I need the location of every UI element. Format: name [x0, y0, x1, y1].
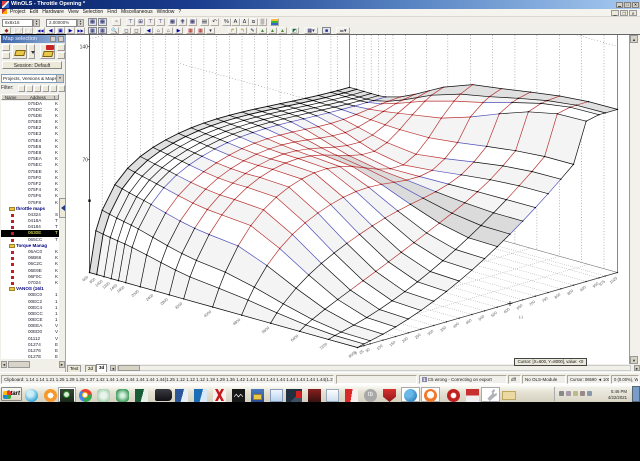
svg-text:5600: 5600: [261, 326, 270, 334]
svg-text:6400: 6400: [290, 334, 299, 342]
svg-text:100: 100: [376, 344, 383, 351]
svg-text:50: 50: [365, 348, 371, 354]
svg-text:(-): (-): [519, 315, 524, 319]
svg-text:7200: 7200: [319, 342, 328, 350]
svg-text:150: 150: [389, 340, 396, 347]
svg-text:850: 850: [567, 289, 574, 296]
svg-text:4000: 4000: [203, 310, 212, 318]
svg-text:1023: 1023: [609, 276, 618, 284]
svg-text:300: 300: [427, 329, 434, 336]
svg-text:700: 700: [529, 300, 536, 307]
svg-text:4800: 4800: [232, 318, 241, 326]
svg-text:900: 900: [579, 285, 586, 292]
svg-text:500: 500: [478, 315, 485, 322]
svg-text:2800: 2800: [160, 298, 169, 306]
svg-text:250: 250: [414, 333, 421, 340]
svg-text:800: 800: [554, 293, 561, 300]
svg-text:750: 750: [541, 296, 548, 303]
svg-text:3200: 3200: [174, 302, 183, 310]
svg-text:2000: 2000: [131, 289, 140, 297]
svg-text:25: 25: [359, 349, 365, 355]
svg-text:550: 550: [491, 311, 498, 318]
svg-text:70: 70: [82, 157, 88, 163]
svg-text:400: 400: [452, 322, 459, 329]
svg-text:450: 450: [465, 318, 472, 325]
svg-text:140: 140: [80, 44, 89, 50]
svg-text:600: 600: [503, 307, 510, 314]
svg-text:650: 650: [516, 304, 523, 311]
svg-text:975: 975: [599, 280, 606, 287]
svg-text:350: 350: [440, 326, 447, 333]
svg-text:2400: 2400: [145, 293, 154, 301]
svg-text:200: 200: [402, 337, 409, 344]
